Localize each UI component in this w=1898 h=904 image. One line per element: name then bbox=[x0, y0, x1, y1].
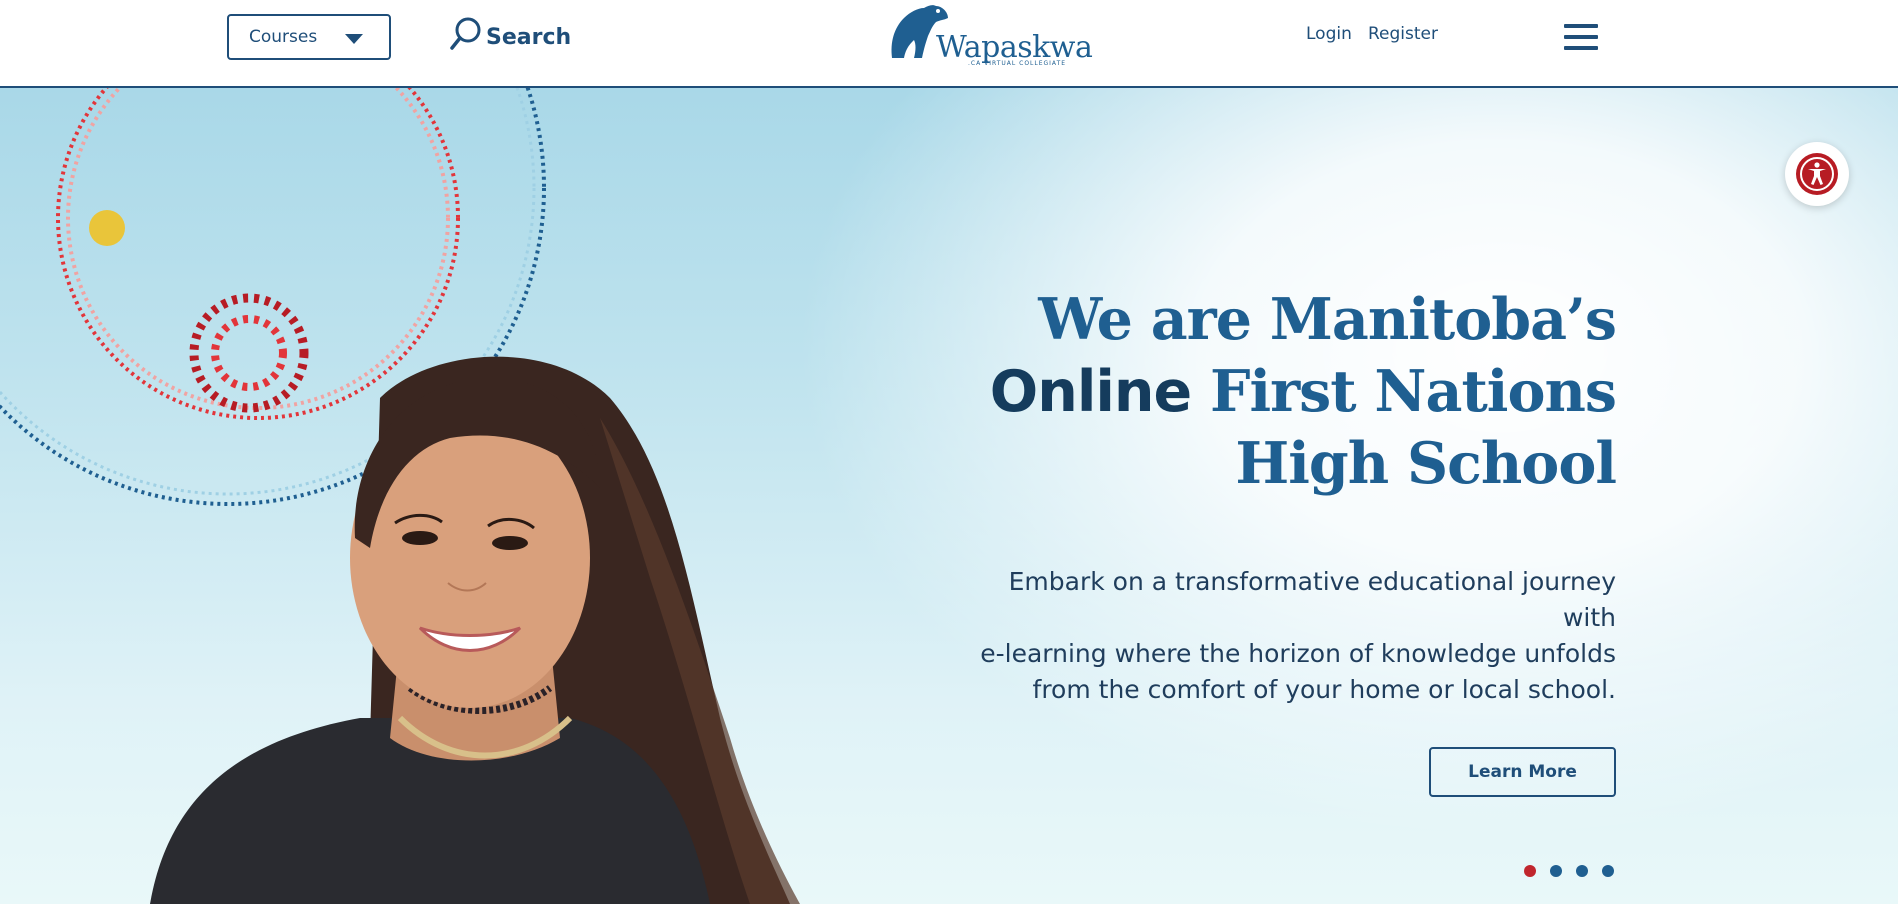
student-portrait-image bbox=[150, 356, 800, 904]
description-line: Embark on a transformative educational j… bbox=[1008, 567, 1616, 632]
headline-line-2: Online First Nations bbox=[989, 356, 1617, 428]
hero-headline: We are Manitoba’s Online First Nations H… bbox=[989, 284, 1617, 500]
search-label: Search bbox=[486, 25, 572, 50]
headline-online: Online bbox=[989, 359, 1192, 425]
register-link[interactable]: Register bbox=[1368, 24, 1438, 44]
description-line: from the comfort of your home or local s… bbox=[1032, 675, 1616, 704]
carousel-dot[interactable] bbox=[1576, 865, 1588, 877]
carousel-dot[interactable] bbox=[1550, 865, 1562, 877]
courses-dropdown[interactable]: Courses bbox=[227, 14, 391, 60]
carousel-dot[interactable] bbox=[1602, 865, 1614, 877]
headline-line-3: High School bbox=[1235, 430, 1617, 497]
search-button[interactable]: Search bbox=[448, 16, 571, 52]
accessibility-button[interactable] bbox=[1785, 142, 1849, 206]
courses-dropdown-label: Courses bbox=[249, 27, 318, 47]
hero-description: Embark on a transformative educational j… bbox=[976, 564, 1616, 708]
accessibility-icon bbox=[1796, 153, 1838, 195]
headline-line-1: We are Manitoba’s bbox=[1038, 286, 1617, 353]
yellow-dot bbox=[89, 210, 125, 246]
carousel-dot[interactable] bbox=[1524, 865, 1536, 877]
hamburger-icon[interactable] bbox=[1564, 24, 1598, 52]
login-link[interactable]: Login bbox=[1306, 24, 1352, 44]
headline-first-nations: First Nations bbox=[1210, 358, 1617, 425]
logo-tagline: .CA VIRTUAL COLLEGIATE bbox=[968, 60, 1067, 67]
learn-more-button[interactable]: Learn More bbox=[1429, 747, 1616, 797]
site-logo[interactable]: Wapaskwa .CA VIRTUAL COLLEGIATE bbox=[888, 2, 1093, 68]
hero-banner: We are Manitoba’s Online First Nations H… bbox=[0, 88, 1898, 904]
carousel-dots bbox=[1524, 865, 1614, 877]
caret-down-icon bbox=[345, 34, 363, 44]
description-line: e-learning where the horizon of knowledg… bbox=[980, 639, 1616, 668]
search-icon bbox=[450, 17, 481, 50]
site-header: Courses Search Wapaskwa .CA VIRTUAL COLL… bbox=[0, 0, 1898, 88]
